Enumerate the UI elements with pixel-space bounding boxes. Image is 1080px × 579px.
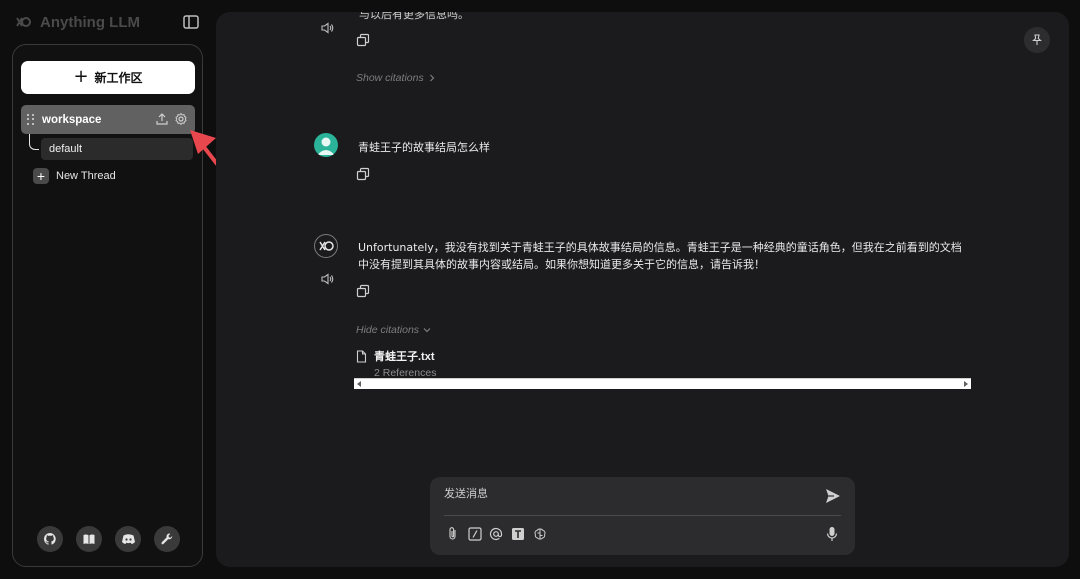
new-thread-button[interactable]: + New Thread: [33, 168, 116, 184]
file-icon: [356, 350, 367, 363]
workspace-name: workspace: [42, 113, 102, 126]
assistant-message: Unfortunately，我没有找到关于青蛙王子的具体故事结局的信息。青蛙王子…: [358, 241, 962, 271]
horizontal-scrollbar[interactable]: [354, 378, 971, 389]
brand-name: Anything LLM: [40, 13, 140, 31]
user-avatar-icon: [317, 137, 335, 155]
plus-icon: +: [33, 168, 49, 184]
anything-llm-logo-icon: [16, 17, 31, 28]
scroll-right-icon[interactable]: [964, 381, 968, 387]
composer-divider: [444, 515, 841, 516]
upload-icon[interactable]: [155, 112, 169, 126]
chevron-right-icon: [429, 74, 435, 82]
scroll-left-icon[interactable]: [357, 381, 361, 387]
workspace-item[interactable]: workspace: [21, 105, 195, 134]
thread-item-default[interactable]: default: [41, 138, 193, 160]
microphone-icon[interactable]: [825, 526, 839, 542]
assistant-avatar: [314, 234, 338, 258]
hide-citations-label: Hide citations: [356, 324, 420, 336]
send-icon[interactable]: [824, 487, 842, 505]
copy-icon[interactable]: [356, 33, 370, 47]
citation-file-name: 青蛙王子.txt: [374, 351, 435, 363]
settings-wrench-icon[interactable]: [154, 526, 180, 552]
chevron-down-icon: [423, 328, 431, 333]
agent-brain-icon[interactable]: [532, 526, 547, 541]
anything-llm-logo-icon: [319, 241, 334, 251]
user-message: 青蛙王子的故事结局怎么样: [358, 141, 490, 154]
thread-default-label: default: [49, 143, 83, 155]
brand: Anything LLM: [14, 10, 140, 34]
show-citations-label: Show citations: [356, 72, 424, 84]
hide-citations-toggle[interactable]: Hide citations: [356, 324, 431, 336]
citation-item[interactable]: 青蛙王子.txt 2 References: [356, 348, 436, 379]
docs-book-icon[interactable]: [76, 526, 102, 552]
new-workspace-label: 新工作区: [94, 71, 143, 85]
github-icon[interactable]: [37, 526, 63, 552]
previous-message-partial: 与以后有更多信息吗。: [359, 12, 469, 21]
discord-icon[interactable]: [115, 526, 141, 552]
new-workspace-button[interactable]: + 新工作区: [21, 61, 195, 94]
speaker-icon[interactable]: [320, 272, 334, 286]
thread-tree-connector: [29, 134, 39, 150]
speaker-icon[interactable]: [320, 21, 334, 35]
drag-handle-icon[interactable]: [27, 113, 35, 126]
show-citations-toggle[interactable]: Show citations: [356, 72, 436, 84]
mention-icon[interactable]: [488, 526, 503, 541]
sidebar-toggle-icon[interactable]: [182, 13, 200, 31]
user-avatar: [314, 133, 338, 157]
chat-panel: 与以后有更多信息吗。 Show citations 青蛙王子的故事结局怎么样 U…: [216, 12, 1069, 567]
slash-command-icon[interactable]: [467, 526, 482, 541]
message-composer: [430, 477, 855, 555]
pin-icon[interactable]: [1024, 27, 1050, 53]
text-size-icon[interactable]: [510, 526, 525, 541]
copy-icon[interactable]: [356, 167, 370, 181]
sidebar-footer: [37, 526, 180, 552]
new-thread-label: New Thread: [56, 170, 116, 182]
copy-icon[interactable]: [356, 284, 370, 298]
message-input[interactable]: [444, 487, 804, 500]
workspace-settings-gear-icon[interactable]: [174, 112, 188, 126]
sidebar: + 新工作区 workspace default + New Thread: [12, 44, 203, 567]
attachment-icon[interactable]: [445, 526, 460, 541]
plus-icon: +: [73, 65, 89, 87]
